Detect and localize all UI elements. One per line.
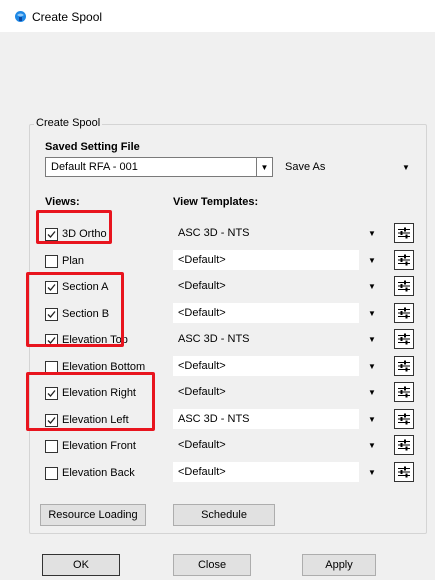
template-dropdown-elevation-right[interactable]: <Default>: [173, 382, 359, 402]
view-label: Elevation Back: [62, 467, 135, 479]
template-dropdown-elevation-back[interactable]: <Default>: [173, 462, 359, 482]
template-settings-button[interactable]: [394, 329, 414, 349]
close-button[interactable]: Close: [173, 554, 251, 576]
view-templates-heading: View Templates:: [173, 196, 259, 208]
sliders-icon: [398, 439, 410, 451]
template-settings-button[interactable]: [394, 276, 414, 296]
template-dropdown-section-a[interactable]: <Default>: [173, 276, 359, 296]
template-settings-button[interactable]: [394, 356, 414, 376]
template-value: ASC 3D - NTS: [178, 413, 250, 425]
chevron-down-icon[interactable]: ▼: [256, 158, 272, 176]
view-row-elevation-back[interactable]: Elevation Back: [45, 465, 135, 481]
checkbox-plan[interactable]: [45, 254, 58, 268]
toolbar-area: [0, 32, 435, 112]
chevron-down-icon[interactable]: ▼: [398, 158, 414, 176]
chevron-down-icon[interactable]: ▼: [362, 329, 382, 349]
sliders-icon: [398, 360, 410, 372]
template-settings-button[interactable]: [394, 250, 414, 270]
chevron-down-icon[interactable]: ▼: [362, 435, 382, 455]
apply-button[interactable]: Apply: [302, 554, 376, 576]
sliders-icon: [398, 227, 410, 239]
resource-loading-button[interactable]: Resource Loading: [40, 504, 146, 526]
view-row-elevation-front[interactable]: Elevation Front: [45, 438, 136, 454]
chevron-down-icon[interactable]: ▼: [362, 303, 382, 323]
saved-setting-value: Default RFA - 001: [51, 161, 138, 173]
chevron-down-icon[interactable]: ▼: [362, 250, 382, 270]
template-settings-button[interactable]: [394, 303, 414, 323]
template-dropdown-3d-ortho[interactable]: ASC 3D - NTS: [173, 223, 359, 243]
sliders-icon: [398, 254, 410, 266]
template-dropdown-elevation-top[interactable]: ASC 3D - NTS: [173, 329, 359, 349]
template-dropdown-plan[interactable]: <Default>: [173, 250, 359, 270]
template-value: <Default>: [178, 439, 226, 451]
template-settings-button[interactable]: [394, 435, 414, 455]
template-value: <Default>: [178, 280, 226, 292]
template-dropdown-section-b[interactable]: <Default>: [173, 303, 359, 323]
template-value: <Default>: [178, 360, 226, 372]
views-heading: Views:: [45, 196, 80, 208]
template-dropdown-elevation-front[interactable]: <Default>: [173, 435, 359, 455]
save-as-dropdown[interactable]: Save As ▼: [280, 157, 415, 177]
template-value: <Default>: [178, 466, 226, 478]
schedule-button[interactable]: Schedule: [173, 504, 275, 526]
chevron-down-icon[interactable]: ▼: [362, 276, 382, 296]
template-value: <Default>: [178, 307, 226, 319]
chevron-down-icon[interactable]: ▼: [362, 462, 382, 482]
template-settings-button[interactable]: [394, 462, 414, 482]
template-dropdown-elevation-left[interactable]: ASC 3D - NTS: [173, 409, 359, 429]
view-label: Elevation Front: [62, 440, 136, 452]
template-value: <Default>: [178, 254, 226, 266]
chevron-down-icon[interactable]: ▼: [362, 409, 382, 429]
sliders-icon: [398, 307, 410, 319]
saved-setting-heading: Saved Setting File: [45, 141, 140, 153]
saved-setting-dropdown[interactable]: Default RFA - 001 ▼: [45, 157, 273, 177]
view-row-plan[interactable]: Plan: [45, 253, 84, 269]
template-value: <Default>: [178, 386, 226, 398]
highlight-box-elevation-right-left: [26, 372, 155, 431]
template-dropdown-elevation-bottom[interactable]: <Default>: [173, 356, 359, 376]
ok-button[interactable]: OK: [42, 554, 120, 576]
view-label: Plan: [62, 255, 85, 267]
sliders-icon: [398, 466, 410, 478]
template-settings-button[interactable]: [394, 382, 414, 402]
checkbox-elevation-front[interactable]: [45, 439, 58, 453]
template-value: ASC 3D - NTS: [178, 333, 250, 345]
spool-app-icon: [15, 11, 26, 22]
template-settings-button[interactable]: [394, 223, 414, 243]
template-value: ASC 3D - NTS: [178, 227, 250, 239]
chevron-down-icon[interactable]: ▼: [362, 356, 382, 376]
save-as-value: Save As: [285, 161, 326, 173]
group-label: Create Spool: [34, 117, 103, 129]
sliders-icon: [398, 280, 410, 292]
checkbox-elevation-back[interactable]: [45, 466, 58, 480]
sliders-icon: [398, 386, 410, 398]
chevron-down-icon[interactable]: ▼: [362, 382, 382, 402]
title-bar: Create Spool: [0, 0, 435, 32]
chevron-down-icon[interactable]: ▼: [362, 223, 382, 243]
sliders-icon: [398, 333, 410, 345]
sliders-icon: [398, 413, 410, 425]
highlight-box-3d-ortho: [36, 210, 112, 244]
window-title: Create Spool: [32, 10, 103, 24]
highlight-box-sections-elevation-top: [26, 272, 124, 347]
template-settings-button[interactable]: [394, 409, 414, 429]
